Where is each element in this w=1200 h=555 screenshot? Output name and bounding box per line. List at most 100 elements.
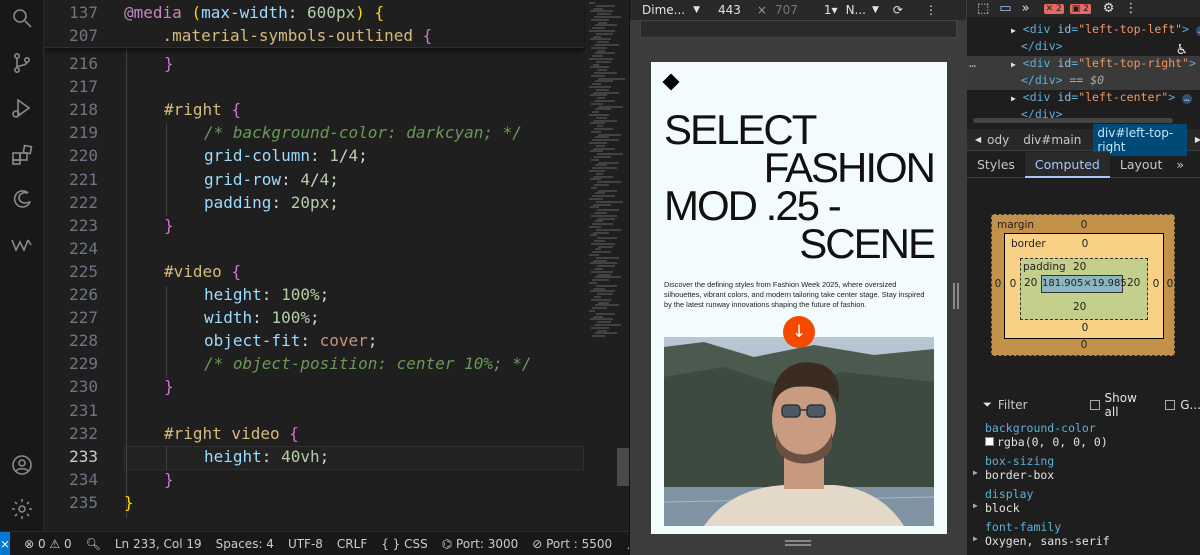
content-box[interactable]: 181.905×19.985 xyxy=(1041,275,1127,293)
code-editor[interactable]: 216} 217 218 #right {219 /* background-color… xyxy=(44,0,629,531)
live-server-port[interactable]: ⊘ Port : 5500 xyxy=(532,537,612,551)
dom-node[interactable]: ▶ <div id="left-center"> … xyxy=(967,90,1200,107)
expand-triangle-icon[interactable]: ▶ xyxy=(1011,60,1016,69)
account-icon[interactable] xyxy=(7,450,37,480)
show-all-checkbox[interactable] xyxy=(1089,400,1100,410)
padding-top[interactable]: 20 xyxy=(1073,261,1086,273)
dom-node[interactable]: ▶ <div id="left-top-right"> …… xyxy=(967,56,1200,73)
padding-left[interactable]: 20 xyxy=(1024,277,1037,289)
end-of-line[interactable]: CRLF xyxy=(337,537,367,551)
throttle-select[interactable]: N... xyxy=(846,3,866,17)
port-3000[interactable]: ⌬ Port: 3000 xyxy=(442,537,518,551)
group-checkbox[interactable] xyxy=(1165,400,1176,410)
sticky-scroll-header[interactable]: 137 @media (max-width: 600px) { 207 .mat… xyxy=(44,0,584,48)
minimap-line xyxy=(589,226,601,228)
computed-property-display[interactable]: ▶ display block xyxy=(973,487,1033,515)
minimap-line xyxy=(598,329,607,332)
search-icon[interactable] xyxy=(7,3,37,33)
resize-handle-bottom[interactable] xyxy=(785,540,811,546)
zoom-icon[interactable]: 🔍︎ xyxy=(86,537,101,551)
encoding[interactable]: UTF-8 xyxy=(288,537,323,551)
border-left[interactable]: 0 xyxy=(1005,278,1021,290)
errors-badge[interactable]: ✕ 2 xyxy=(1043,3,1064,14)
line-number: 230 xyxy=(69,377,98,397)
viewport-width-input[interactable]: 443 xyxy=(718,3,741,17)
line-number: 234 xyxy=(69,469,98,489)
expand-triangle-icon[interactable]: ▶ xyxy=(1011,94,1016,103)
minimap-line xyxy=(590,318,613,321)
tab-styles[interactable]: Styles xyxy=(967,152,1025,178)
dom-node[interactable]: </div> xyxy=(967,39,1200,56)
border-top[interactable]: 0 xyxy=(1077,238,1093,250)
minimap-line xyxy=(594,16,621,18)
margin-bottom[interactable]: 0 xyxy=(1076,339,1092,351)
breadcrumb-main[interactable]: div#main xyxy=(1023,133,1081,147)
ellipsis-badge[interactable]: … xyxy=(1182,94,1192,104)
problems-indicator[interactable]: ⊗ 0 ⚠ 0 xyxy=(24,537,72,551)
extensions-icon[interactable] xyxy=(7,140,37,170)
breadcrumb-right-icon[interactable]: ▶ xyxy=(1195,135,1200,144)
tab-layout[interactable]: Layout xyxy=(1110,152,1173,178)
run-debug-icon[interactable] xyxy=(7,93,37,123)
margin-right[interactable]: 0 xyxy=(1162,278,1178,290)
minimap-line xyxy=(598,21,607,24)
more-tabs-icon[interactable]: » xyxy=(1022,1,1030,16)
dpr-select[interactable]: 1▾ xyxy=(824,3,838,17)
viewport-height-input[interactable]: 707 xyxy=(775,3,798,17)
rotate-icon[interactable]: ⟳ xyxy=(893,3,903,17)
minimap-line xyxy=(591,298,611,301)
border-bottom[interactable]: 0 xyxy=(1077,322,1093,334)
selected-node-marker: … xyxy=(969,56,976,70)
border-right[interactable]: 0 xyxy=(1148,278,1164,290)
margin-top[interactable]: 0 xyxy=(1076,219,1092,231)
minimap-line xyxy=(598,245,613,248)
border-box: border 0 0 0 0 padding 20 20 20 20 181.9… xyxy=(1004,233,1164,339)
computed-property-background-color[interactable]: background-color rgba(0, 0, 0, 0) xyxy=(985,421,1108,449)
padding-bottom[interactable]: 20 xyxy=(1073,301,1086,313)
devtools-more-icon[interactable]: ⋮ xyxy=(1124,1,1137,16)
devtools-settings-icon[interactable]: ⚙ xyxy=(1103,1,1115,16)
media-query-ruler[interactable] xyxy=(640,20,957,38)
scroll-down-button[interactable]: ↓ xyxy=(783,316,815,348)
issues-badge[interactable]: ▣ 2 xyxy=(1069,3,1091,14)
computed-property-font-family[interactable]: ▶ font-family Oxygen, sans-serif xyxy=(973,520,1110,548)
dom-node[interactable]: </div> == $0 xyxy=(967,73,1200,90)
code-line: padding: 20px; xyxy=(204,192,339,212)
tab-computed[interactable]: Computed xyxy=(1024,151,1110,178)
minimap-line xyxy=(589,170,605,172)
minimap-line xyxy=(594,324,621,326)
dom-node[interactable]: ▶ <div id="left-top-left"> … xyxy=(967,22,1200,39)
device-dropdown-icon[interactable]: ▼ xyxy=(693,5,700,15)
dom-scrollbar[interactable] xyxy=(973,118,1173,123)
wave-extension-icon[interactable] xyxy=(7,230,37,260)
throttle-dropdown-icon[interactable]: ▼ xyxy=(872,5,879,15)
ellipsis-badge[interactable]: … xyxy=(1195,26,1200,36)
cursor-position[interactable]: Ln 233, Col 19 xyxy=(115,537,202,551)
hero-video[interactable] xyxy=(664,337,934,526)
more-options-icon[interactable]: ⋮ xyxy=(925,3,937,17)
resize-handle-right[interactable] xyxy=(953,283,959,309)
code-line: height: 40vh; xyxy=(204,446,330,466)
language-mode[interactable]: { } CSS xyxy=(381,537,428,551)
device-toggle-icon[interactable]: ▭ xyxy=(999,1,1011,16)
minimap-line xyxy=(593,259,607,262)
minimap-line xyxy=(590,178,601,181)
breadcrumb-body[interactable]: ody xyxy=(987,133,1009,147)
edge-browser-icon[interactable] xyxy=(7,185,37,215)
minimap-line xyxy=(597,13,611,16)
accessibility-icon[interactable]: ♿︎ xyxy=(1175,42,1188,58)
source-control-icon[interactable] xyxy=(7,48,37,78)
margin-label: margin xyxy=(997,219,1035,231)
remote-indicator-icon[interactable]: ⨯ xyxy=(0,531,11,555)
indentation[interactable]: Spaces: 4 xyxy=(216,537,274,551)
settings-gear-icon[interactable] xyxy=(7,494,37,524)
inspect-element-icon[interactable]: ⬚ xyxy=(977,1,989,16)
expand-triangle-icon[interactable]: ▶ xyxy=(1011,26,1016,35)
breadcrumb-left-icon[interactable]: ◀ xyxy=(975,135,981,144)
filter-input[interactable]: Filter xyxy=(998,398,1078,412)
more-style-tabs-icon[interactable]: » xyxy=(1172,152,1188,178)
device-select[interactable]: Dime... xyxy=(642,3,685,17)
padding-right[interactable]: 20 xyxy=(1127,277,1140,289)
computed-property-box-sizing[interactable]: ▶ box-sizing border-box xyxy=(973,454,1054,482)
editor-scrollbar-thumb[interactable] xyxy=(617,448,629,486)
